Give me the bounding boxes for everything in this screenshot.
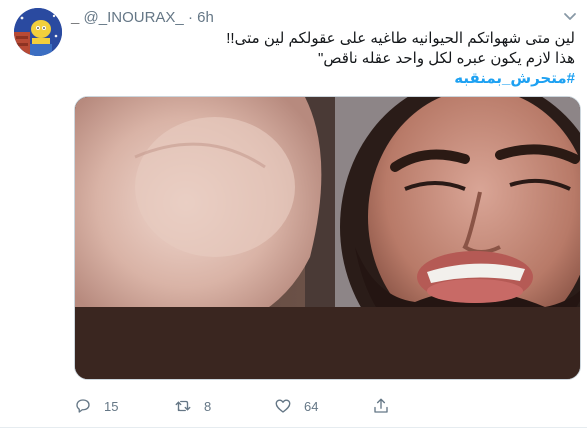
tweet-header: _ @_INOURAX_ · 6h [71, 8, 214, 28]
video-thumbnail[interactable] [74, 96, 581, 380]
share-button[interactable] [372, 396, 390, 416]
hashtag-link[interactable]: #متحرش_بمنقبه [70, 69, 575, 89]
display-name[interactable]: _ [71, 9, 79, 26]
like-button[interactable]: 64 [274, 396, 318, 416]
tweet-text-line-1: لين متى شهواتكم الحيوانيه طاغيه على عقول… [226, 30, 575, 47]
video-frame-image [75, 97, 580, 379]
timestamp[interactable]: 6h [197, 9, 214, 26]
separator-dot: · [187, 9, 193, 26]
retweet-icon [175, 400, 191, 412]
user-handle[interactable]: @_INOURAX_ [84, 9, 184, 26]
like-count: 64 [304, 398, 319, 414]
tweet-text: لين متى شهواتكم الحيوانيه طاغيه على عقول… [70, 29, 575, 89]
reply-button[interactable]: 15 [74, 396, 118, 416]
tweet-text-line-2: هذا لازم يكون عبره لكل واحد عقله ناقص" [318, 50, 575, 67]
reply-count: 15 [104, 398, 119, 414]
avatar[interactable] [14, 8, 62, 56]
retweet-count: 8 [204, 398, 212, 414]
heart-icon [275, 399, 291, 413]
tweet-actions: 15 8 64 [70, 396, 400, 416]
avatar-image [14, 8, 62, 56]
retweet-button[interactable]: 8 [174, 396, 211, 416]
tweet-card[interactable]: _ @_INOURAX_ · 6h لين متى شهواتكم الحيوا… [0, 0, 587, 428]
reply-icon [76, 399, 90, 413]
share-icon [374, 398, 388, 413]
chevron-down-icon[interactable] [563, 10, 577, 24]
